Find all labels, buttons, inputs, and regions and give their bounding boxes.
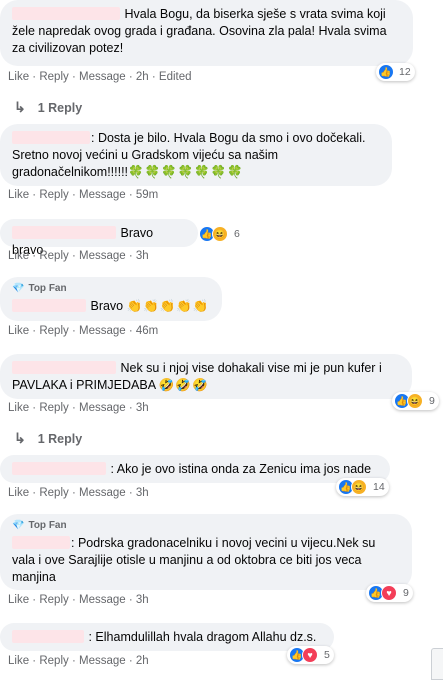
top-fan-label: Top Fan xyxy=(28,520,67,531)
comment-bubble: 💎 Top Fan Bravo 👏👏👏👏👏 xyxy=(0,277,222,321)
reply-link[interactable]: Reply xyxy=(39,655,68,667)
love-reaction-icon: ♥ xyxy=(302,647,318,663)
like-link[interactable]: Like xyxy=(8,250,29,262)
timestamp[interactable]: 59m xyxy=(136,189,158,201)
redacted-author-name[interactable] xyxy=(12,226,116,239)
reaction-summary[interactable]: 👍 ♥ 9 xyxy=(366,584,413,602)
view-replies-link[interactable]: ↳ 1 Reply xyxy=(14,99,82,116)
reaction-summary[interactable]: 👍 12 xyxy=(376,63,415,81)
timestamp[interactable]: 2h xyxy=(136,655,149,667)
redacted-author-name[interactable] xyxy=(12,131,90,144)
comment-actions: Like · Reply · Message · 3h xyxy=(8,402,149,414)
reply-link[interactable]: Reply xyxy=(39,71,68,83)
reply-link[interactable]: Reply xyxy=(39,402,68,414)
like-link[interactable]: Like xyxy=(8,594,29,606)
comment-bubble: : Dosta je bilo. Hvala Bogu da smo i ovo… xyxy=(0,124,392,186)
comment-bubble: : Elhamdulillah hvala dragom Allahu dz.s… xyxy=(0,623,334,651)
reaction-summary[interactable]: 👍 ♥ 5 xyxy=(287,646,334,664)
timestamp[interactable]: 3h xyxy=(136,487,149,499)
reaction-count: 9 xyxy=(403,587,409,599)
redacted-author-name[interactable] xyxy=(12,7,120,20)
like-link[interactable]: Like xyxy=(8,189,29,201)
replies-count-label: 1 Reply xyxy=(37,431,83,446)
reaction-summary[interactable]: 👍 😆 9 xyxy=(392,392,439,410)
reply-arrow-icon: ↳ xyxy=(14,99,26,115)
comment-text: Bravo xyxy=(90,299,124,313)
message-link[interactable]: Message xyxy=(79,189,126,201)
reaction-count: 9 xyxy=(429,395,435,407)
timestamp[interactable]: 3h xyxy=(136,402,149,414)
comment-bubble: Hvala Bogu, da biserka sješe s vrata svi… xyxy=(0,0,413,66)
like-link[interactable]: Like xyxy=(8,655,29,667)
like-reaction-icon: 👍 xyxy=(378,64,394,80)
emoji-clapping: 👏👏👏👏👏 xyxy=(126,299,210,313)
comment-actions: Like · Reply · Message · 46m xyxy=(8,325,159,337)
redacted-author-name[interactable] xyxy=(12,536,70,549)
comment-bubble: Nek su i njoj vise dohakali vise mi je p… xyxy=(0,354,412,399)
redacted-author-name[interactable] xyxy=(12,299,86,312)
diamond-icon: 💎 xyxy=(12,520,25,531)
like-link[interactable]: Like xyxy=(8,402,29,414)
message-link[interactable]: Message xyxy=(79,402,126,414)
diamond-icon: 💎 xyxy=(12,283,25,294)
top-fan-badge: 💎 Top Fan xyxy=(12,282,210,296)
haha-reaction-icon: 😆 xyxy=(351,479,367,495)
comment-actions: Like · Reply · Message · 3h xyxy=(8,250,149,262)
like-link[interactable]: Like xyxy=(8,325,29,337)
haha-reaction-icon: 😆 xyxy=(212,226,228,242)
emoji-laughing: 🤣🤣🤣 xyxy=(158,378,209,392)
love-reaction-icon: ♥ xyxy=(381,585,397,601)
reply-link[interactable]: Reply xyxy=(39,189,68,201)
message-link[interactable]: Message xyxy=(79,325,126,337)
top-fan-badge: 💎 Top Fan xyxy=(12,519,400,533)
reply-link[interactable]: Reply xyxy=(39,594,68,606)
comment-actions: Like · Reply · Message · 3h xyxy=(8,594,149,606)
reaction-count: 5 xyxy=(324,649,330,661)
edited-label: Edited xyxy=(158,71,192,83)
comment-actions: Like · Reply · Message · 3h xyxy=(8,487,149,499)
redacted-author-name[interactable] xyxy=(12,630,84,643)
message-link[interactable]: Message xyxy=(79,487,126,499)
reply-arrow-icon: ↳ xyxy=(14,430,26,446)
comment-actions: Like · Reply · Message · 2h xyxy=(8,655,149,667)
comment-actions: Like · Reply · Message · 59m xyxy=(8,189,159,201)
comment-bubble: Bravo bravo xyxy=(0,219,198,257)
reaction-count: 12 xyxy=(399,66,411,78)
haha-reaction-icon: 😆 xyxy=(407,393,423,409)
comment-bubble: : Ako je ovo istina onda za Zenicu ima j… xyxy=(0,455,390,483)
top-fan-label: Top Fan xyxy=(28,283,67,294)
like-link[interactable]: Like xyxy=(8,487,29,499)
reply-link[interactable]: Reply xyxy=(39,250,68,262)
message-link[interactable]: Message xyxy=(79,594,126,606)
reaction-count: 14 xyxy=(373,481,385,493)
message-link[interactable]: Message xyxy=(79,71,126,83)
reaction-summary[interactable]: 👍 😆 6 xyxy=(197,225,244,243)
reply-link[interactable]: Reply xyxy=(39,487,68,499)
reaction-count: 6 xyxy=(234,228,240,240)
partial-overlay-corner xyxy=(431,648,443,680)
timestamp[interactable]: 46m xyxy=(136,325,158,337)
like-link[interactable]: Like xyxy=(8,71,29,83)
timestamp[interactable]: 3h xyxy=(136,250,149,262)
comment-text: : Elhamdulillah hvala dragom Allahu dz.s… xyxy=(88,630,317,644)
view-replies-link[interactable]: ↳ 1 Reply xyxy=(14,430,82,447)
reaction-summary[interactable]: 👍 😆 14 xyxy=(336,478,389,496)
message-link[interactable]: Message xyxy=(79,250,126,262)
timestamp[interactable]: 2h xyxy=(136,71,149,83)
message-link[interactable]: Message xyxy=(79,655,126,667)
comment-text: : Ako je ovo istina onda za Zenicu ima j… xyxy=(110,462,372,476)
emoji-clovers: 🍀🍀🍀🍀🍀🍀🍀 xyxy=(128,165,244,179)
comment-bubble: 💎 Top Fan : Podrska gradonacelniku i nov… xyxy=(0,514,412,590)
replies-count-label: 1 Reply xyxy=(37,100,83,115)
redacted-author-name[interactable] xyxy=(12,462,106,475)
timestamp[interactable]: 3h xyxy=(136,594,149,606)
redacted-author-name[interactable] xyxy=(12,361,116,374)
reply-link[interactable]: Reply xyxy=(39,325,68,337)
comment-actions: Like · Reply · Message · 2h · Edited xyxy=(8,71,192,83)
